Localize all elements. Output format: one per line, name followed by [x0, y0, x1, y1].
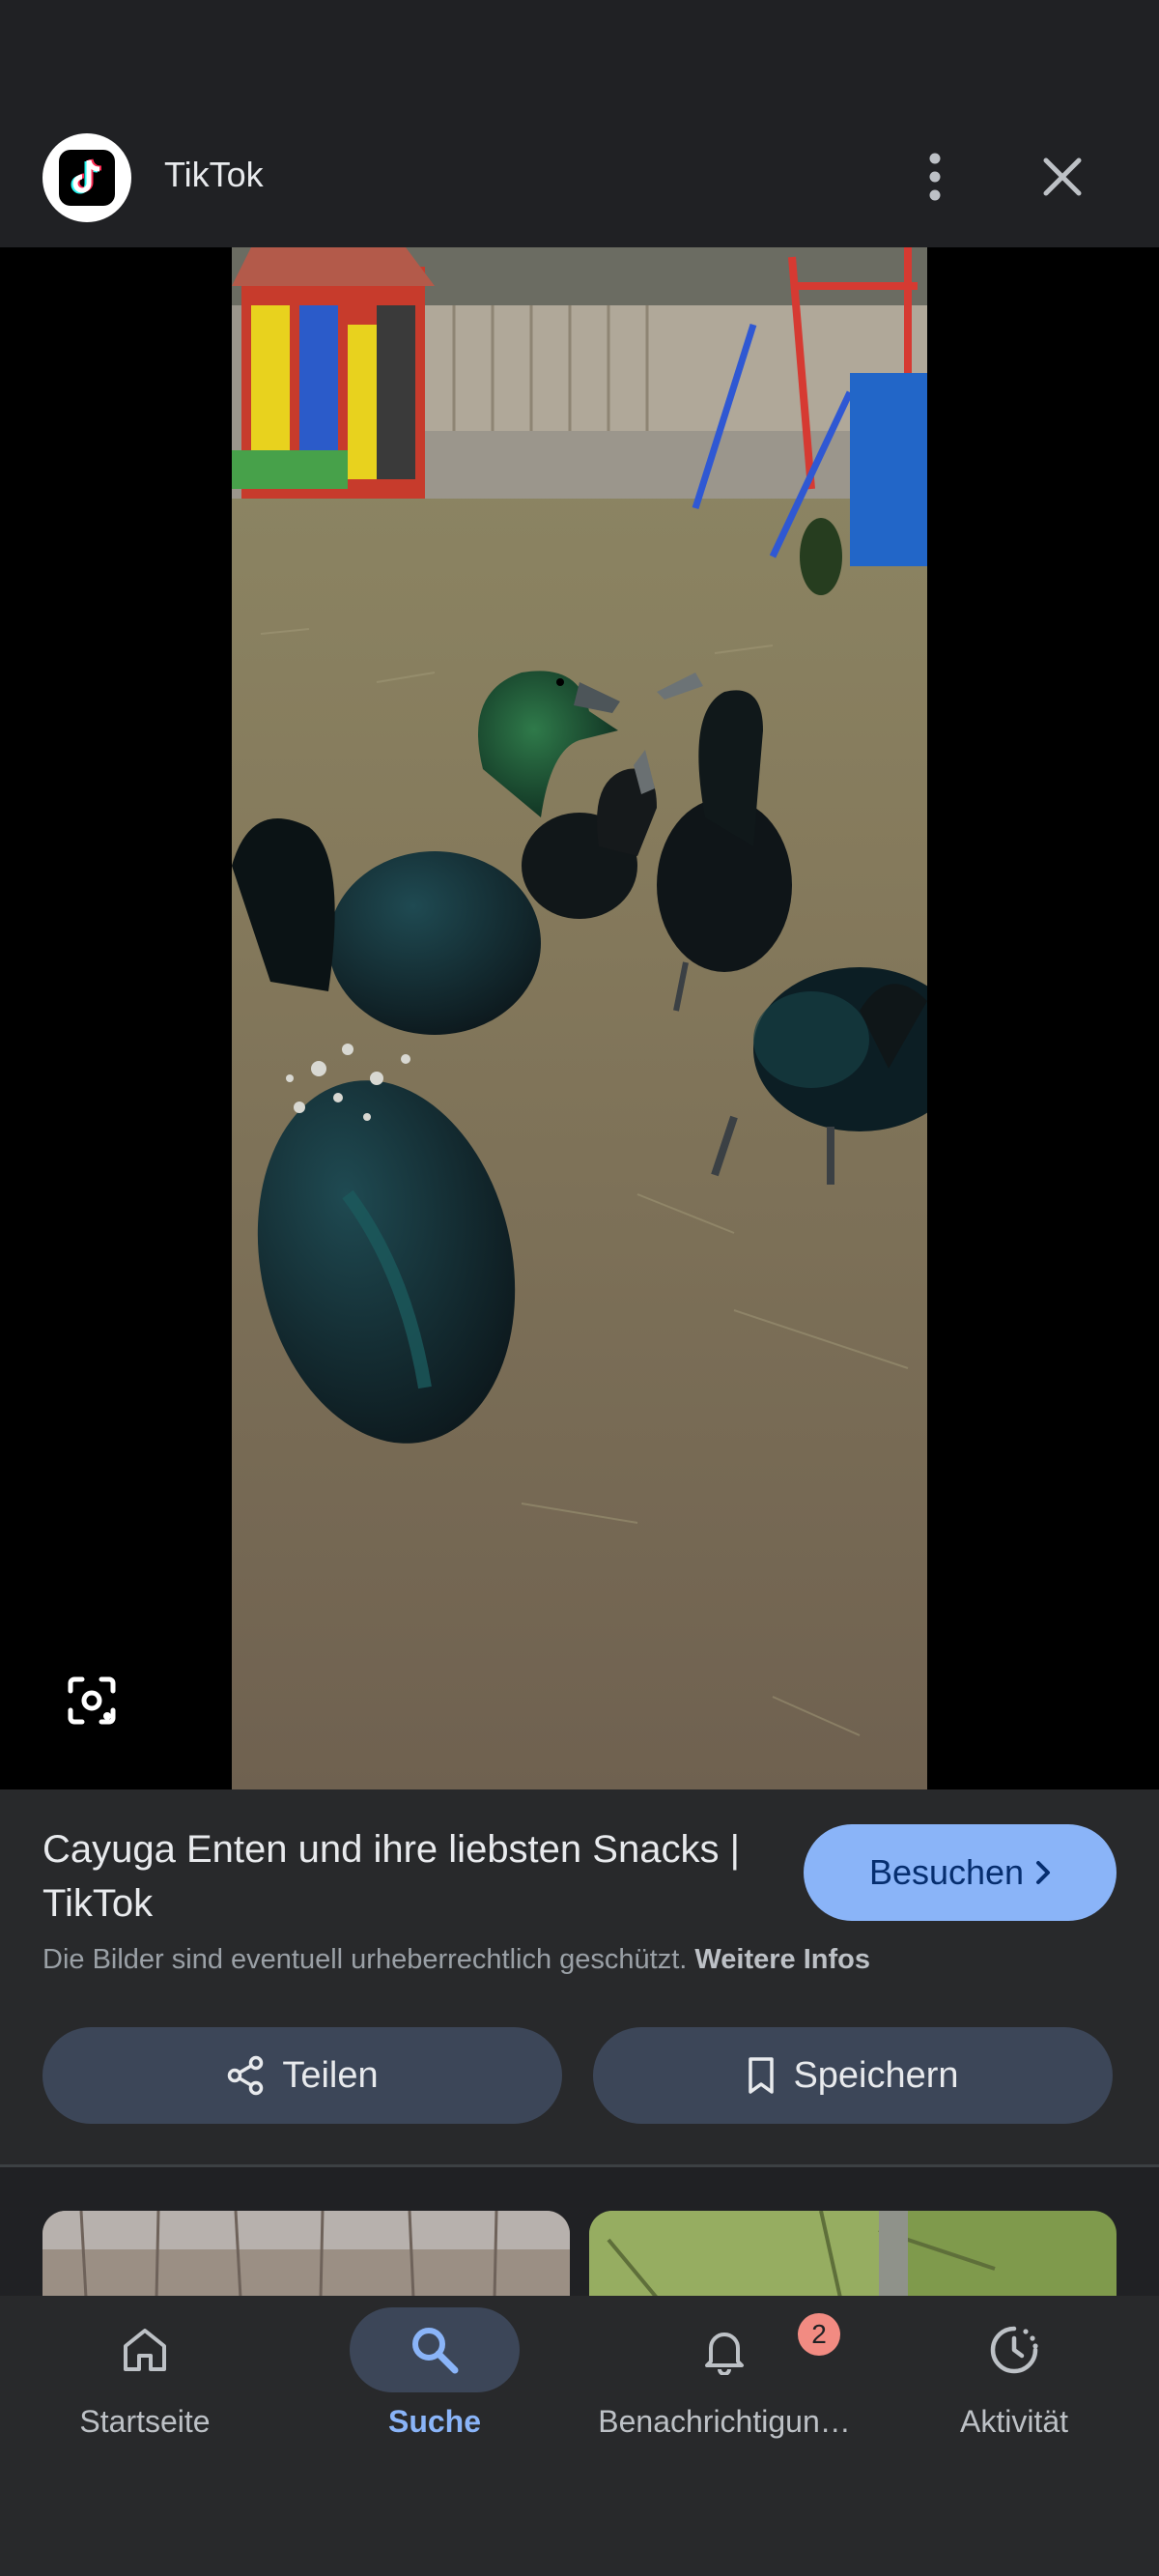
thumbnail-image: [42, 2211, 570, 2298]
divider: [0, 2164, 1159, 2167]
visit-button-label: Besuchen: [868, 1852, 1025, 1892]
save-button[interactable]: Speichern: [593, 2027, 1113, 2124]
more-options-button[interactable]: [908, 150, 962, 204]
lens-search-button[interactable]: [58, 1670, 126, 1732]
result-image[interactable]: [232, 247, 927, 1789]
notification-badge: 2: [798, 2313, 840, 2356]
save-label: Speichern: [793, 2054, 959, 2096]
ducks-photo: [232, 247, 927, 1789]
status-bar-area: [0, 0, 1159, 135]
nav-icon-container: [350, 2307, 520, 2392]
chevron-right-icon: [1036, 1861, 1051, 1884]
tiktok-logo[interactable]: [42, 133, 131, 222]
share-icon: [228, 2055, 264, 2096]
home-icon: [124, 2329, 166, 2371]
share-button[interactable]: Teilen: [42, 2027, 562, 2124]
share-label: Teilen: [282, 2054, 379, 2096]
result-title[interactable]: Cayuga Enten und ihre liebsten Snacks | …: [42, 1822, 757, 1931]
site-name[interactable]: TikTok: [164, 155, 264, 195]
nav-icon-container: 2: [639, 2307, 840, 2392]
related-image-thumbnail[interactable]: [589, 2211, 1117, 2298]
nav-item-notifications[interactable]: 2 Benachrichtigun…: [580, 2307, 869, 2462]
nav-item-search[interactable]: Suche: [290, 2307, 580, 2462]
nav-label-activity: Aktivität: [959, 2404, 1069, 2439]
nav-label-home: Startseite: [79, 2404, 211, 2439]
nav-icon-container: [929, 2307, 1099, 2392]
tiktok-icon: [59, 150, 115, 206]
close-button[interactable]: [1033, 150, 1091, 204]
nav-item-activity[interactable]: Aktivität: [869, 2307, 1159, 2462]
related-image-thumbnail[interactable]: [42, 2211, 570, 2298]
google-lens-icon: [68, 1676, 116, 1725]
nav-label-notifications: Benachrichtigun…: [598, 2404, 851, 2439]
bookmark-icon: [749, 2057, 775, 2094]
search-icon: [412, 2328, 459, 2374]
nav-item-home[interactable]: Startseite: [0, 2307, 290, 2462]
more-info-link[interactable]: Weitere Infos: [694, 1944, 870, 1975]
thumbnail-image: [589, 2211, 1117, 2298]
close-icon: [1043, 157, 1082, 196]
visit-button[interactable]: Besuchen: [804, 1824, 1117, 1921]
activity-icon: [990, 2326, 1038, 2374]
more-vert-icon: [929, 153, 941, 201]
nav-icon-container: [60, 2307, 230, 2392]
copyright-text: Die Bilder sind eventuell urheberrechtli…: [42, 1944, 688, 1975]
bell-icon: [705, 2333, 744, 2375]
copyright-notice: Die Bilder sind eventuell urheberrechtli…: [42, 1944, 870, 1976]
nav-label-search: Suche: [387, 2404, 482, 2439]
